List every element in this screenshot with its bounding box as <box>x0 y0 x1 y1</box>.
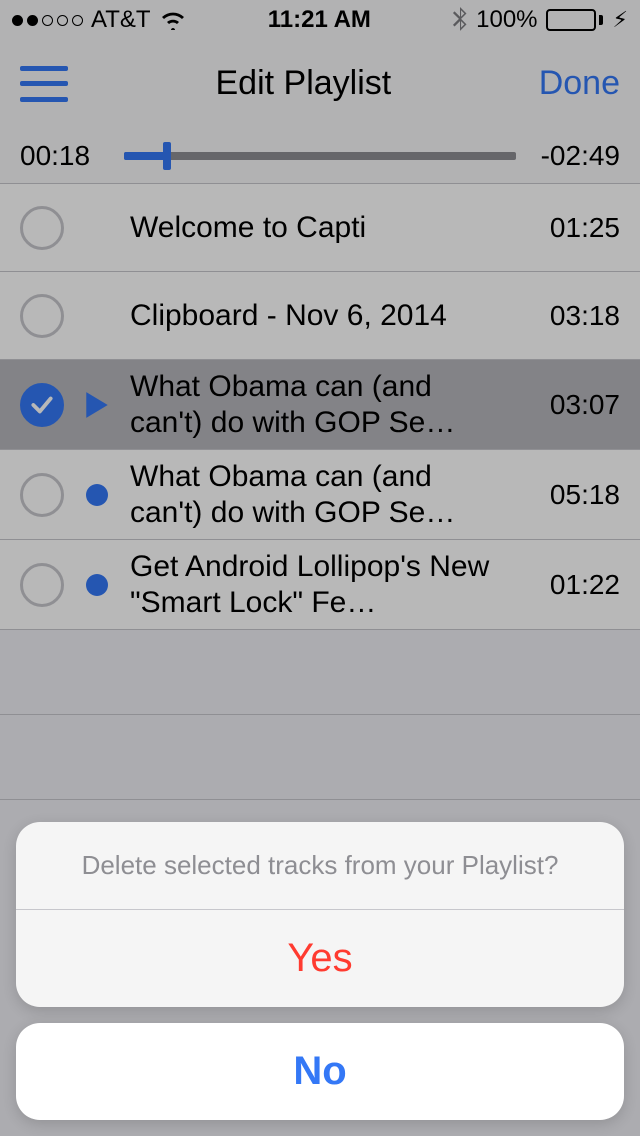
delete-yes-button[interactable]: Yes <box>16 910 624 1007</box>
delete-no-button[interactable]: No <box>16 1023 624 1120</box>
action-sheet-group: Delete selected tracks from your Playlis… <box>16 822 624 1007</box>
action-sheet-title: Delete selected tracks from your Playlis… <box>16 822 624 909</box>
action-sheet: Delete selected tracks from your Playlis… <box>16 822 624 1120</box>
